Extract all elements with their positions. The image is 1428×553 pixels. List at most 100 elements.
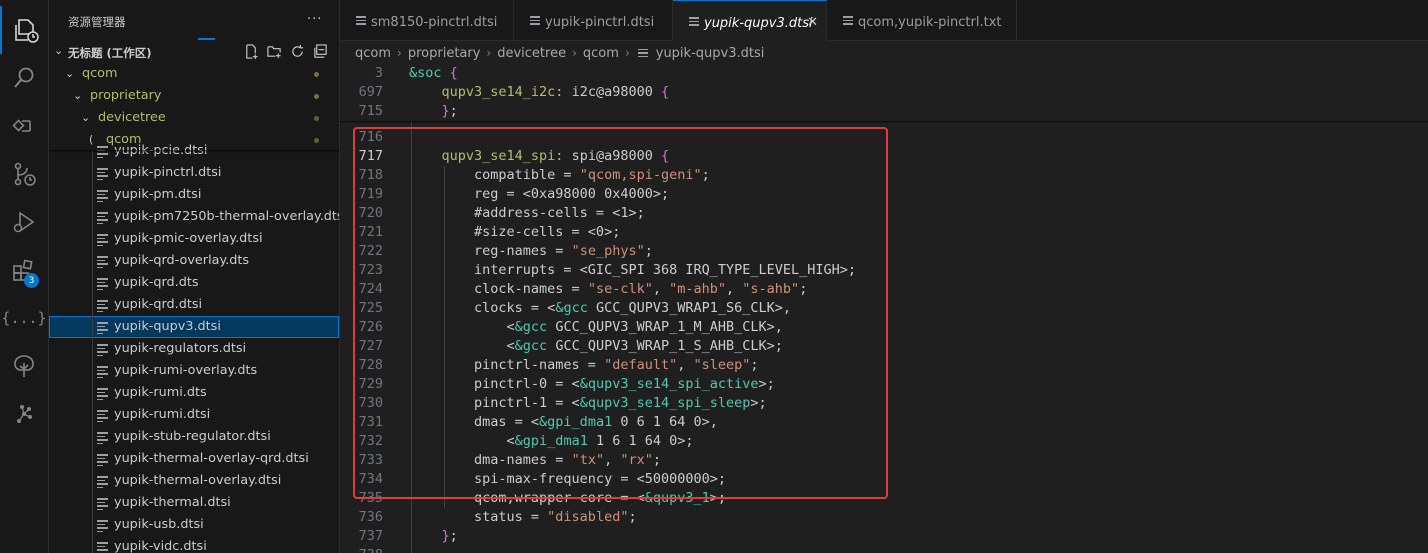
- code-line[interactable]: 738: [340, 546, 1428, 553]
- git-graph-icon[interactable]: [0, 390, 48, 438]
- file-icon: [97, 388, 108, 400]
- code-line[interactable]: 732 <&gpi_dma1 1 6 1 64 0>;: [340, 432, 1428, 451]
- tab-qcom-yupik-pinctrl-txt[interactable]: qcom,yupik-pinctrl.txt: [827, 0, 1017, 40]
- line-code: pinctrl-names = "default", "sleep";: [409, 357, 759, 373]
- code-line[interactable]: 721 #size-cells = <0>;: [340, 223, 1428, 242]
- code-line[interactable]: 728 pinctrl-names = "default", "sleep";: [340, 356, 1428, 375]
- line-code: compatible = "qcom,spi-geni";: [409, 167, 710, 183]
- code-line[interactable]: 736 status = "disabled";: [340, 508, 1428, 527]
- breadcrumb-item[interactable]: proprietary: [408, 46, 481, 61]
- code-line[interactable]: 726 <&gcc GCC_QUPV3_WRAP_1_M_AHB_CLK>,: [340, 318, 1428, 337]
- workspace-header[interactable]: ⌄ 无标题 (工作区): [49, 41, 339, 63]
- file-label: yupik-qrd.dtsi: [114, 297, 203, 312]
- line-number: 731: [358, 414, 383, 430]
- more-actions-button[interactable]: ···: [307, 12, 322, 27]
- line-code: interrupts = <GIC_SPI 368 IRQ_TYPE_LEVEL…: [409, 262, 857, 278]
- search-icon[interactable]: [0, 54, 48, 102]
- code-line[interactable]: 730 pinctrl-1 = <&qupv3_se14_spi_sleep>;: [340, 394, 1428, 413]
- new-folder-icon[interactable]: [267, 44, 282, 59]
- sticky-line[interactable]: 697 qupv3_se14_i2c: i2c@a98000 {: [340, 83, 1428, 102]
- collapse-all-icon[interactable]: [313, 44, 328, 59]
- line-code: reg = <0xa98000 0x4000>;: [409, 186, 670, 202]
- tree-folder-qcom[interactable]: ⌄ qcom: [49, 63, 339, 85]
- indent-guide: [411, 64, 412, 553]
- code-line[interactable]: 720 #address-cells = <1>;: [340, 204, 1428, 223]
- code-line[interactable]: 716: [340, 128, 1428, 147]
- code-line[interactable]: 718 compatible = "qcom,spi-geni";: [340, 166, 1428, 185]
- workspace-actions: [244, 44, 328, 59]
- breadcrumb-item[interactable]: yupik-qupv3.dtsi: [656, 46, 765, 61]
- chevron-down-icon: ⌄: [65, 67, 75, 80]
- refresh-icon[interactable]: [290, 44, 305, 59]
- breadcrumb-item[interactable]: qcom: [355, 46, 391, 61]
- code-line[interactable]: 717 qupv3_se14_spi: spi@a98000 {: [340, 147, 1428, 166]
- file-icon: [97, 256, 108, 268]
- file-icon: [97, 278, 108, 290]
- tab-yupik-pinctrl[interactable]: yupik-pinctrl.dtsi: [514, 0, 673, 40]
- chevron-down-icon: ⌄: [73, 89, 83, 102]
- code-line[interactable]: 724 clock-names = "se-clk", "m-ahb", "s-…: [340, 280, 1428, 299]
- code-line[interactable]: 734 spi-max-frequency = <50000000>;: [340, 470, 1428, 489]
- sticky-scroll: 3 &soc {697 qupv3_se14_i2c: i2c@a98000 {7…: [340, 64, 1428, 121]
- line-number: 732: [358, 433, 383, 449]
- folder-label: qcom: [82, 66, 118, 81]
- breadcrumb-item[interactable]: devicetree: [497, 46, 566, 61]
- code-line[interactable]: 737 };: [340, 527, 1428, 546]
- line-code: #size-cells = <0>;: [409, 224, 621, 240]
- file-label: yupik-rumi.dts: [114, 385, 207, 400]
- chevron-right-icon: ›: [397, 46, 402, 60]
- tree-folder-proprietary[interactable]: ⌄ proprietary: [49, 85, 339, 107]
- extensions-icon[interactable]: 3: [0, 246, 48, 294]
- line-code: <&gpi_dma1 1 6 1 64 0>;: [409, 433, 694, 449]
- file-label: yupik-pinctrl.dtsi: [114, 165, 222, 180]
- file-icon: [97, 366, 108, 378]
- line-number: 718: [358, 167, 383, 183]
- line-code: dma-names = "tx", "rx";: [409, 452, 661, 468]
- line-code: pinctrl-0 = <&qupv3_se14_spi_active>;: [409, 376, 775, 392]
- code-line[interactable]: 719 reg = <0xa98000 0x4000>;: [340, 185, 1428, 204]
- file-label: yupik-stub-regulator.dtsi: [114, 429, 271, 444]
- source-control-icon[interactable]: [0, 150, 48, 198]
- line-code: };: [441, 103, 458, 119]
- line-number: 738: [340, 546, 383, 553]
- file-label: yupik-vidc.dtsi: [114, 539, 207, 553]
- explorer-header: 资源管理器 ···: [49, 0, 339, 40]
- extensions-badge: 3: [24, 273, 39, 288]
- file-icon: [689, 17, 699, 26]
- code-line[interactable]: 723 interrupts = <GIC_SPI 368 IRQ_TYPE_L…: [340, 261, 1428, 280]
- line-number: 730: [358, 395, 383, 411]
- file-label: yupik-rumi-overlay.dts: [114, 363, 258, 378]
- line-number: 721: [358, 224, 383, 240]
- breadcrumb-item[interactable]: qcom: [583, 46, 619, 61]
- json-icon[interactable]: {...}: [0, 294, 48, 342]
- code-line[interactable]: 725 clocks = <&gcc GCC_QUPV3_WRAP1_S6_CL…: [340, 299, 1428, 318]
- file-icon: [97, 300, 108, 312]
- explorer-icon[interactable]: [0, 6, 50, 54]
- code-line[interactable]: 729 pinctrl-0 = <&qupv3_se14_spi_active>…: [340, 375, 1428, 394]
- source-graph-icon[interactable]: [0, 102, 48, 150]
- code-line[interactable]: 735 qcom,wrapper-core = <&qupv3_1>;: [340, 489, 1428, 508]
- code-editor[interactable]: 716 717 qupv3_se14_spi: spi@a98000 {718 c…: [340, 64, 1428, 553]
- sticky-line[interactable]: 3 &soc {: [340, 64, 1428, 83]
- close-icon[interactable]: ✕: [807, 15, 818, 30]
- new-file-icon[interactable]: [244, 44, 259, 59]
- progress-indicator: [198, 38, 215, 40]
- code-line[interactable]: 722 reg-names = "se_phys";: [340, 242, 1428, 261]
- code-line[interactable]: 727 <&gcc GCC_QUPV3_WRAP_1_S_AHB_CLK>;: [340, 337, 1428, 356]
- line-number: 720: [358, 205, 383, 221]
- tab-label: yupik-pinctrl.dtsi: [545, 15, 655, 30]
- file-label: yupik-qupv3.dtsi: [114, 319, 221, 334]
- tree-icon[interactable]: [0, 342, 48, 390]
- tab-yupik-qupv3[interactable]: yupik-qupv3.dtsi ✕: [673, 0, 827, 41]
- file-label: yupik-qrd-overlay.dts: [114, 253, 250, 268]
- modified-dot: [314, 116, 319, 121]
- code-line[interactable]: 731 dmas = <&gpi_dma1 0 6 1 64 0>,: [340, 413, 1428, 432]
- line-number: 733: [358, 452, 383, 468]
- line-code: clocks = <&gcc GCC_QUPV3_WRAP1_S6_CLK>,: [409, 300, 792, 316]
- run-debug-icon[interactable]: [0, 198, 48, 246]
- sticky-line[interactable]: 715 };: [340, 102, 1428, 121]
- code-line[interactable]: 733 dma-names = "tx", "rx";: [340, 451, 1428, 470]
- tree-folder-devicetree[interactable]: ⌄ devicetree: [49, 107, 339, 129]
- sticky-shadow: [49, 150, 339, 153]
- tab-sm8150-pinctrl[interactable]: sm8150-pinctrl.dtsi: [340, 0, 514, 40]
